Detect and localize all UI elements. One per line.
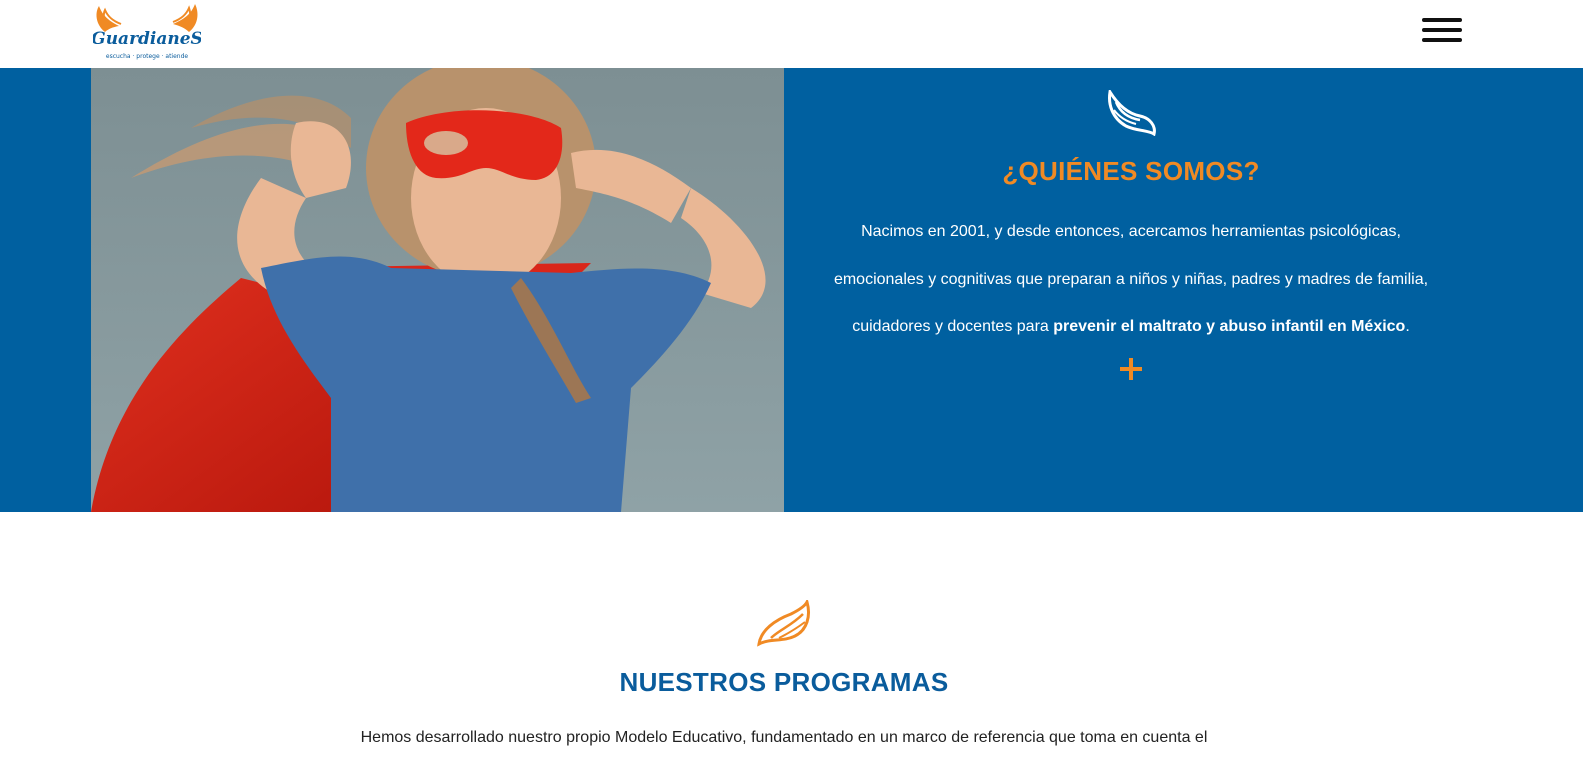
logo-tagline: escucha · protege · atiende bbox=[106, 53, 188, 60]
wing-icon bbox=[757, 600, 810, 647]
about-text-end: . bbox=[1405, 318, 1410, 335]
logo-wordmark: GuardianeS bbox=[93, 29, 201, 49]
about-panel: ¿QUIÉNES SOMOS? Nacimos en 2001, y desde… bbox=[784, 68, 1583, 512]
read-more-plus-icon[interactable] bbox=[1111, 350, 1151, 390]
menu-line bbox=[1422, 18, 1462, 22]
hero-image-girl-superhero bbox=[91, 68, 784, 512]
wing-icon bbox=[1108, 90, 1156, 136]
menu-line bbox=[1422, 28, 1462, 32]
hamburger-menu-icon[interactable] bbox=[1422, 18, 1464, 46]
hero-illustration bbox=[91, 68, 784, 512]
logo-graphic: GuardianeS escucha · protege · atiende bbox=[93, 4, 201, 60]
menu-line bbox=[1422, 38, 1462, 42]
programs-description: Hemos desarrollado nuestro propio Modelo… bbox=[360, 729, 1208, 746]
programs-title: NUESTROS PROGRAMAS bbox=[619, 667, 949, 697]
programs-section: NUESTROS PROGRAMAS Hemos desarrollado nu… bbox=[0, 512, 1583, 766]
about-description: Nacimos en 2001, y desde entonces, acerc… bbox=[814, 208, 1448, 351]
site-header: GuardianeS escucha · protege · atiende bbox=[0, 0, 1583, 68]
about-title: ¿QUIÉNES SOMOS? bbox=[1002, 156, 1260, 186]
guardianes-logo[interactable]: GuardianeS escucha · protege · atiende bbox=[93, 2, 201, 68]
about-text-highlight: prevenir el maltrato y abuso infantil en… bbox=[1053, 318, 1406, 335]
